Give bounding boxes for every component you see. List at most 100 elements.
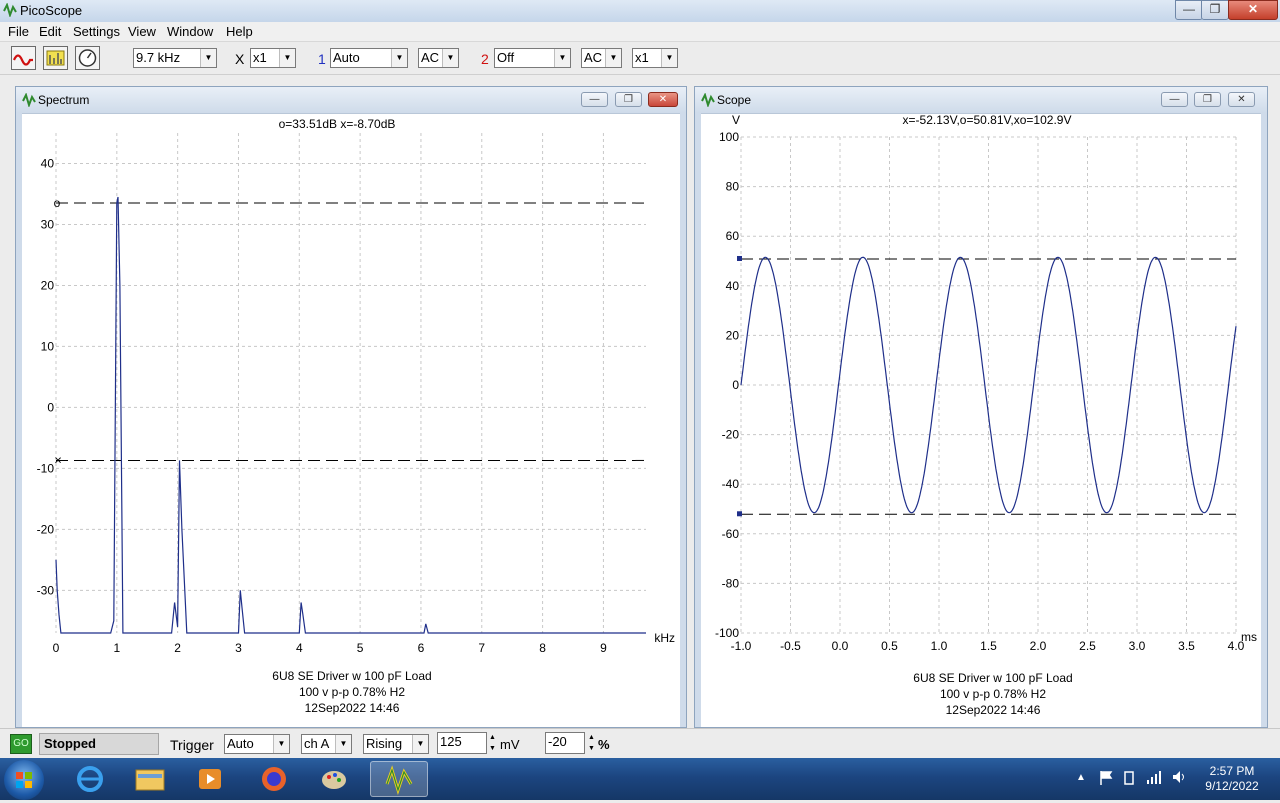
- spectrum-x-tick: 8: [539, 641, 546, 655]
- scope-plot[interactable]: x=-52.13V,o=50.81V,xo=102.9V V 100 80 60 40…: [701, 113, 1263, 727]
- spectrum-caption-line-1: 6U8 SE Driver w 100 pF Load: [272, 669, 431, 683]
- taskbar: ▲ 2:57 PM 9/12/2022: [0, 758, 1280, 800]
- spectrum-close-button[interactable]: ✕: [648, 92, 678, 107]
- spectrum-x-tick: 9: [600, 641, 607, 655]
- trigger-level-input[interactable]: 125: [437, 732, 487, 754]
- app-title-bar: PicoScope — ❐ ✕: [0, 0, 1280, 23]
- trigger-channel-select[interactable]: ch A ▼: [301, 734, 352, 754]
- picoscope-logo-icon: [385, 765, 413, 795]
- trigger-channel-value: ch A: [304, 736, 330, 751]
- spectrum-trace: [55, 196, 646, 634]
- scope-restore-button[interactable]: ❐: [1194, 92, 1221, 107]
- spectrum-y-tick: -10: [37, 461, 55, 475]
- taskbar-picoscope[interactable]: [370, 761, 428, 797]
- menu-edit[interactable]: Edit: [39, 24, 61, 39]
- spectrum-y-tick: 30: [41, 217, 55, 231]
- show-hidden-icons-icon[interactable]: ▲: [1076, 772, 1086, 783]
- menu-settings[interactable]: Settings: [73, 24, 120, 39]
- scope-y-tick: -40: [722, 477, 740, 491]
- scope-caption-line-2: 100 v p-p 0.78% H2: [940, 687, 1046, 701]
- timebase-select[interactable]: 9.7 kHz ▼: [133, 48, 217, 68]
- network-signal-icon[interactable]: [1146, 769, 1162, 788]
- start-button[interactable]: [4, 760, 44, 800]
- spectrum-readout: o=33.51dB x=-8.70dB: [279, 117, 396, 131]
- y-multiplier-select[interactable]: x1 ▼: [632, 48, 678, 68]
- spectrum-y-tick: 0: [47, 400, 54, 414]
- trigger-level-value: 125: [440, 734, 462, 749]
- meter-mode-button[interactable]: [75, 46, 100, 70]
- scope-x-tick: 2.5: [1079, 639, 1096, 653]
- taskbar-firefox[interactable]: [248, 761, 300, 797]
- scope-y-tick: 80: [726, 180, 740, 194]
- spectrum-x-tick: 0: [53, 641, 60, 655]
- pretrigger-input[interactable]: -20: [545, 732, 585, 754]
- safely-remove-icon[interactable]: [1122, 770, 1136, 789]
- ch1-range-value: Auto: [333, 50, 360, 65]
- scope-window: Scope — ❐ ✕ x=-52.13V,o=50.81V,xo=102.9V…: [694, 86, 1268, 728]
- menu-file[interactable]: File: [8, 24, 29, 39]
- ch1-coupling-select[interactable]: AC ▼: [418, 48, 459, 68]
- volume-icon[interactable]: [1172, 769, 1188, 788]
- taskbar-media[interactable]: [184, 761, 236, 797]
- scope-wave-icon: [12, 54, 33, 66]
- spectrum-x-tick: 7: [478, 641, 485, 655]
- picoscope-logo-icon: [701, 93, 715, 107]
- chevron-down-icon: ▼: [279, 49, 295, 67]
- taskbar-ie[interactable]: [64, 761, 116, 797]
- timebase-value: 9.7 kHz: [136, 50, 181, 65]
- scope-cursor-o-handle: [737, 255, 742, 261]
- x-multiplier-select[interactable]: x1 ▼: [250, 48, 296, 68]
- spectrum-mode-button[interactable]: [43, 46, 68, 70]
- ch1-range-select[interactable]: Auto ▼: [330, 48, 408, 68]
- scope-y-unit: V: [732, 113, 740, 127]
- spectrum-cursor-o-marker: o: [54, 196, 61, 210]
- ch2-range-select[interactable]: Off ▼: [494, 48, 571, 68]
- spectrum-plot[interactable]: o=33.51dB x=-8.70dB 40 30 20 10 0 -10 -20 -30 0…: [22, 113, 682, 727]
- scope-y-tick: -60: [722, 527, 740, 541]
- spectrum-caption-line-3: 12Sep2022 14:46: [305, 701, 400, 715]
- taskbar-paint[interactable]: [308, 761, 360, 797]
- trigger-label: Trigger: [170, 737, 214, 753]
- internet-explorer-icon: [77, 766, 103, 792]
- chevron-down-icon: ▼: [661, 49, 677, 67]
- menu-view[interactable]: View: [128, 24, 156, 39]
- scope-y-tick: -80: [722, 576, 740, 590]
- maximize-button[interactable]: ❐: [1201, 0, 1229, 20]
- status-state: Stopped: [39, 733, 159, 755]
- ch2-coupling-select[interactable]: AC ▼: [581, 48, 622, 68]
- minimize-button[interactable]: —: [1175, 0, 1203, 20]
- chevron-down-icon: ▼: [391, 49, 407, 67]
- spectrum-restore-button[interactable]: ❐: [615, 92, 642, 107]
- scope-minimize-button[interactable]: —: [1161, 92, 1188, 107]
- trigger-edge-select[interactable]: Rising ▼: [363, 734, 429, 754]
- scope-caption-line-1: 6U8 SE Driver w 100 pF Load: [913, 671, 1072, 685]
- menu-help[interactable]: Help: [226, 24, 253, 39]
- scope-close-button[interactable]: ✕: [1228, 92, 1255, 107]
- paint-icon: [322, 771, 346, 789]
- scope-mode-button[interactable]: [11, 46, 36, 70]
- scope-x-tick: 0.5: [881, 639, 898, 653]
- taskbar-explorer[interactable]: [124, 761, 176, 797]
- scope-y-tick: 0: [732, 378, 739, 392]
- go-button[interactable]: GO: [10, 734, 32, 754]
- pretrigger-unit: %: [598, 737, 610, 752]
- scope-caption-line-3: 12Sep2022 14:46: [946, 703, 1041, 717]
- y-multiplier-value: x1: [635, 50, 649, 65]
- windows-logo-icon: [16, 772, 32, 788]
- trigger-mode-value: Auto: [227, 736, 254, 751]
- trigger-mode-select[interactable]: Auto ▼: [224, 734, 290, 754]
- spectrum-x-tick: 6: [418, 641, 425, 655]
- spectrum-cursor-x-marker: ×: [54, 452, 62, 467]
- scope-x-tick: 1.5: [980, 639, 997, 653]
- scope-x-tick: -1.0: [731, 639, 752, 653]
- action-center-icon[interactable]: [1099, 770, 1113, 789]
- menu-window[interactable]: Window: [167, 24, 213, 39]
- spectrum-minimize-button[interactable]: —: [581, 92, 608, 107]
- spectrum-y-tick: 10: [41, 339, 55, 353]
- close-button[interactable]: ✕: [1228, 0, 1278, 20]
- pretrigger-spinner[interactable]: ▲ ▼: [586, 732, 597, 754]
- trigger-level-spinner[interactable]: ▲ ▼: [487, 732, 498, 754]
- spectrum-y-tick: -20: [37, 522, 55, 536]
- spectrum-caption-line-2: 100 v p-p 0.78% H2: [299, 685, 405, 699]
- clock[interactable]: 2:57 PM 9/12/2022: [1196, 764, 1268, 794]
